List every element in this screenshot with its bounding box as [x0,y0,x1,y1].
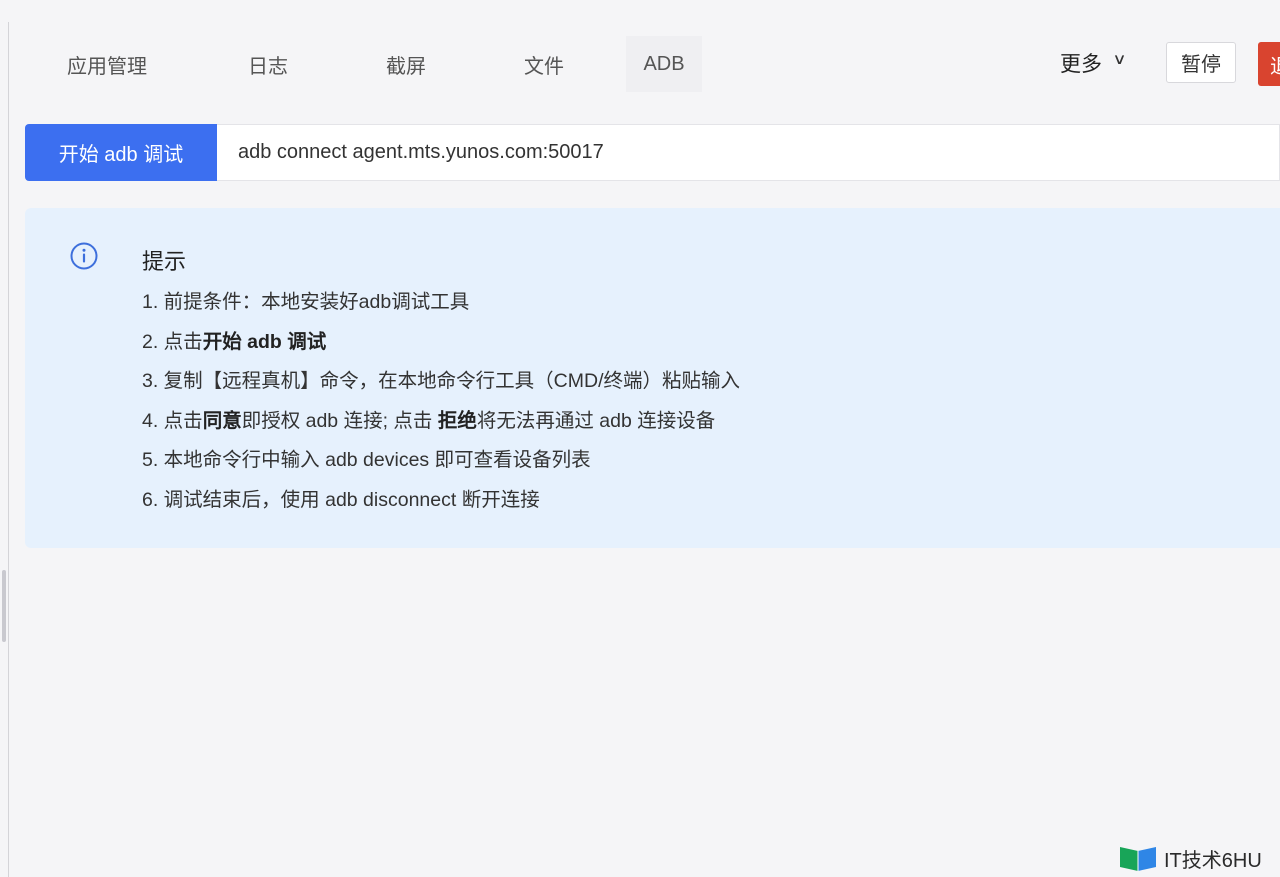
left-divider [8,22,9,877]
tip-text: 1. 前提条件：本地安装好adb调试工具 [142,291,470,313]
info-circle-icon [70,242,98,270]
watermark: IT技术6HU [1118,842,1262,874]
tip-text: 即授权 adb 连接; 点击 [241,409,438,432]
tip-line: 1. 前提条件：本地安装好adb调试工具 [142,286,740,326]
tab-app-management[interactable]: 应用管理 [28,36,186,92]
chevron-down-icon: ∨ [1112,51,1127,68]
tip-emphasis: 开始 adb 调试 [202,330,327,353]
pause-button[interactable]: 暂停 [1166,42,1236,83]
tip-line: 5. 本地命令行中输入 adb devices 即可查看设备列表 [142,444,740,484]
tip-emphasis: 拒绝 [437,409,477,432]
exit-button[interactable]: 退 [1258,42,1280,86]
tip-text: 6. 调试结束后，使用 adb disconnect 断开连接 [142,488,540,511]
tip-line: 4. 点击同意即授权 adb 连接; 点击 拒绝将无法再通过 adb 连接设备 [142,405,740,445]
tip-panel: 提示 1. 前提条件：本地安装好adb调试工具 2. 点击开始 adb 调试 3. … [25,208,1280,548]
tip-text: 3. 复制【远程真机】命令，在本地命令行工具（CMD/终端）粘贴输入 [142,370,741,392]
more-label: 更多 [1060,53,1102,76]
tip-text: 2. 点击 [142,330,203,353]
tip-line: 3. 复制【远程真机】命令，在本地命令行工具（CMD/终端）粘贴输入 [142,365,740,405]
tip-title: 提示 [142,249,187,274]
tip-emphasis: 同意 [202,409,242,432]
tip-line: 2. 点击开始 adb 调试 [142,326,740,366]
adb-command-row: 开始 adb 调试 [25,124,1280,181]
adb-command-field[interactable] [217,124,1280,181]
watermark-text: IT技术6HU [1164,849,1262,872]
tip-text: 4. 点击 [142,409,203,432]
tip-list: 1. 前提条件：本地安装好adb调试工具 2. 点击开始 adb 调试 3. 复制【… [142,286,740,523]
tab-adb[interactable]: ADB [626,36,702,92]
tip-line: 6. 调试结束后，使用 adb disconnect 断开连接 [142,484,740,524]
tab-files[interactable]: 文件 [462,36,626,92]
tip-text: 5. 本地命令行中输入 adb devices 即可查看设备列表 [142,449,591,471]
tab-logs[interactable]: 日志 [186,36,350,92]
tip-text: 将无法再通过 adb 连接设备 [476,409,716,432]
tab-bar: 应用管理 日志 截屏 文件 ADB [28,36,702,96]
start-adb-debug-button[interactable]: 开始 adb 调试 [25,124,217,181]
more-dropdown[interactable]: 更多 ∨ [1060,46,1127,80]
tab-screenshot[interactable]: 截屏 [350,36,462,92]
resize-handle[interactable] [2,570,6,642]
book-logo-icon [1120,847,1156,871]
